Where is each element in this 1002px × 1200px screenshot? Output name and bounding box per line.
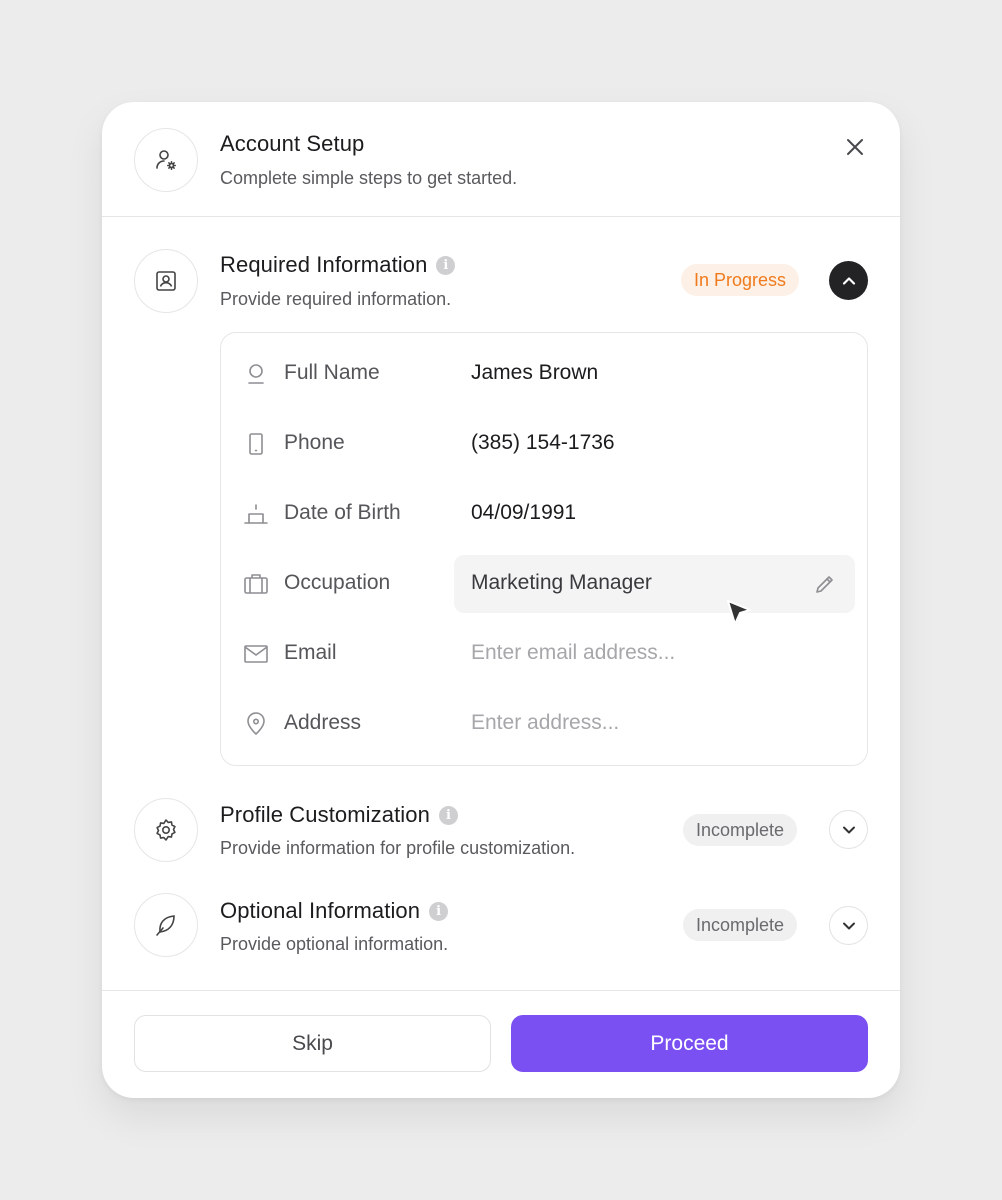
- chevron-up-icon: [842, 276, 855, 285]
- required-fields-panel: Full Name James Brown Phone (385) 154-17…: [220, 332, 868, 766]
- chevron-down-icon: [842, 826, 855, 833]
- field-label: Occupation: [284, 571, 391, 594]
- feather-icon: [134, 893, 198, 957]
- field-value-phone[interactable]: (385) 154-1736: [471, 431, 615, 455]
- field-value-occupation[interactable]: Marketing Manager: [471, 571, 652, 595]
- page-subtitle: Complete simple steps to get started.: [220, 168, 518, 188]
- field-row-occupation: Occupation Marketing Manager: [221, 555, 869, 613]
- location-pin-icon: [243, 711, 269, 737]
- occupation-edit-field[interactable]: Marketing Manager: [454, 555, 855, 613]
- field-row-email: Email: [221, 625, 869, 683]
- field-label: Date of Birth: [284, 501, 401, 524]
- status-badge: Incomplete: [683, 814, 798, 846]
- field-row-address: Address: [221, 695, 869, 753]
- close-icon: [847, 139, 863, 155]
- field-label: Email: [284, 641, 337, 664]
- section-subtitle-optional: Provide optional information.: [220, 934, 449, 954]
- section-title-required-text: Required Information: [220, 252, 428, 277]
- field-value-full-name[interactable]: James Brown: [471, 361, 598, 385]
- field-row-full-name: Full Name James Brown: [221, 345, 869, 403]
- chevron-down-icon: [842, 922, 855, 929]
- info-icon[interactable]: i: [438, 805, 458, 825]
- expand-button[interactable]: [829, 906, 868, 945]
- mouse-cursor-icon: [727, 600, 751, 625]
- field-value-date-of-birth[interactable]: 04/09/1991: [471, 501, 576, 525]
- info-icon[interactable]: i: [436, 255, 456, 275]
- phone-icon: [243, 431, 269, 457]
- page-title: Account Setup: [220, 131, 365, 156]
- mail-icon: [243, 641, 269, 667]
- section-title-required: Required Information i: [220, 252, 456, 278]
- section-subtitle-required: Provide required information.: [220, 289, 452, 309]
- proceed-button[interactable]: Proceed: [511, 1015, 868, 1072]
- footer-divider: [102, 990, 900, 991]
- email-input[interactable]: [471, 641, 831, 665]
- header-divider: [102, 216, 900, 217]
- field-label: Address: [284, 711, 362, 734]
- field-row-date-of-birth: Date of Birth 04/09/1991: [221, 485, 869, 543]
- section-title-profile: Profile Customization i: [220, 802, 458, 828]
- status-badge: Incomplete: [683, 909, 798, 941]
- section-title-profile-text: Profile Customization: [220, 802, 430, 827]
- pencil-icon[interactable]: [812, 571, 838, 597]
- user-gear-icon: [134, 128, 198, 192]
- expand-button[interactable]: [829, 810, 868, 849]
- address-input[interactable]: [471, 711, 831, 735]
- field-label: Full Name: [284, 361, 380, 384]
- section-title-optional: Optional Information i: [220, 898, 449, 924]
- field-row-phone: Phone (385) 154-1736: [221, 415, 869, 473]
- info-icon[interactable]: i: [429, 901, 449, 921]
- close-button[interactable]: [840, 132, 870, 162]
- skip-button[interactable]: Skip: [134, 1015, 491, 1072]
- user-icon: [243, 361, 269, 387]
- field-label: Phone: [284, 431, 345, 454]
- status-badge: In Progress: [681, 264, 800, 296]
- gear-icon: [134, 798, 198, 862]
- briefcase-icon: [243, 571, 269, 597]
- section-subtitle-profile: Provide information for profile customiz…: [220, 838, 576, 858]
- collapse-button[interactable]: [829, 261, 868, 300]
- cake-icon: [243, 501, 269, 527]
- section-title-optional-text: Optional Information: [220, 898, 421, 923]
- contact-card-icon: [134, 249, 198, 313]
- account-setup-card: Account Setup Complete simple steps to g…: [102, 102, 900, 1098]
